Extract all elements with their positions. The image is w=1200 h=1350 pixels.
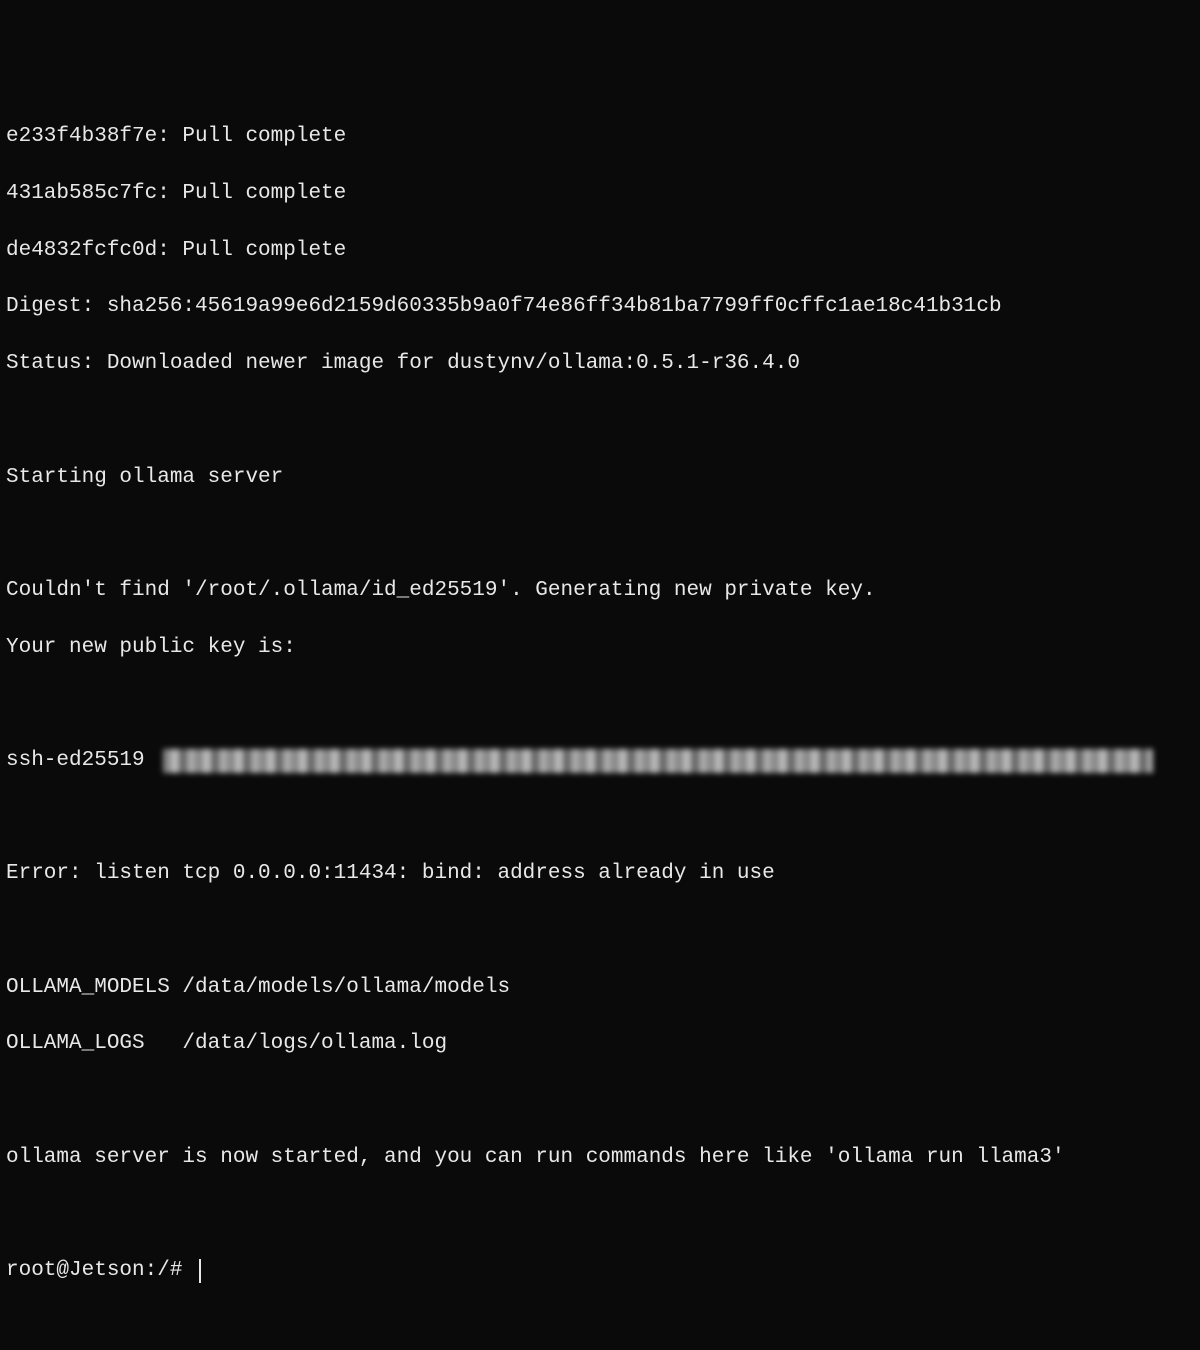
blank-line: [6, 407, 1194, 435]
prompt-text: root@Jetson:/#: [6, 1257, 195, 1285]
blank-line: [6, 917, 1194, 945]
cursor: [199, 1259, 201, 1283]
shell-prompt[interactable]: root@Jetson:/#: [6, 1257, 1194, 1285]
blank-line: [6, 520, 1194, 548]
public-key-label: Your new public key is:: [6, 634, 1194, 662]
blank-line: [6, 1087, 1194, 1115]
digest-line: Digest: sha256:45619a99e6d2159d60335b9a0…: [6, 293, 1194, 321]
server-started-line: ollama server is now started, and you ca…: [6, 1144, 1194, 1172]
blank-line: [6, 690, 1194, 718]
redacted-key-value: [163, 749, 1153, 773]
blank-line: [6, 1200, 1194, 1228]
starting-server-line: Starting ollama server: [6, 464, 1194, 492]
pull-complete-line: 431ab585c7fc: Pull complete: [6, 180, 1194, 208]
ollama-models-line: OLLAMA_MODELS /data/models/ollama/models: [6, 974, 1194, 1002]
blank-line: [6, 804, 1194, 832]
ssh-key-prefix: ssh-ed25519: [6, 747, 157, 775]
ssh-key-line: ssh-ed25519: [6, 747, 1194, 775]
pull-complete-line: de4832fcfc0d: Pull complete: [6, 237, 1194, 265]
key-notfound-line: Couldn't find '/root/.ollama/id_ed25519'…: [6, 577, 1194, 605]
status-line: Status: Downloaded newer image for dusty…: [6, 350, 1194, 378]
error-line: Error: listen tcp 0.0.0.0:11434: bind: a…: [6, 860, 1194, 888]
ollama-logs-line: OLLAMA_LOGS /data/logs/ollama.log: [6, 1030, 1194, 1058]
pull-complete-line: e233f4b38f7e: Pull complete: [6, 123, 1194, 151]
